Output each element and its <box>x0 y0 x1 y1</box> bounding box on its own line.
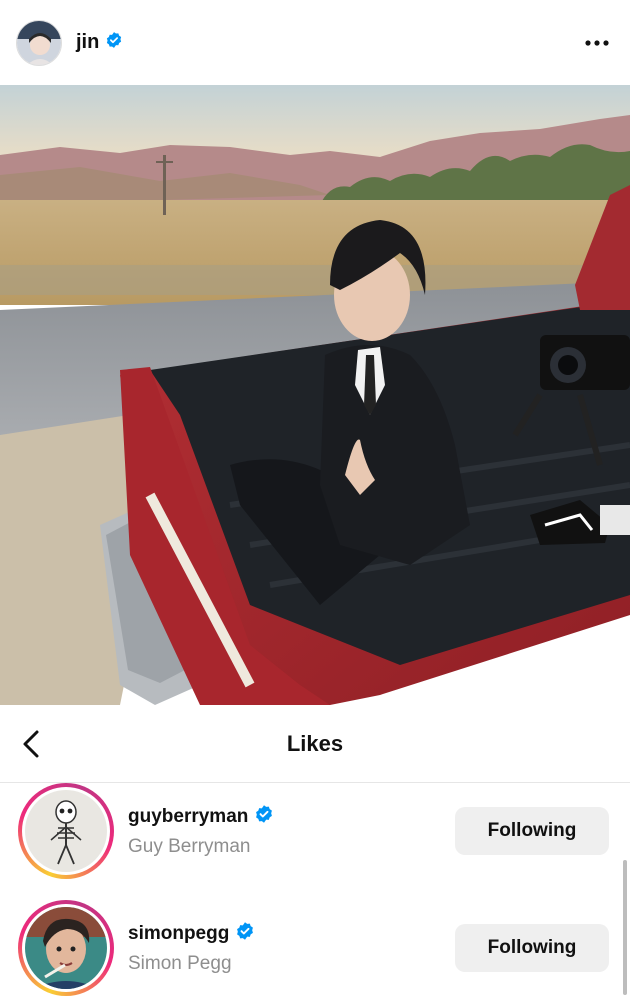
back-button[interactable] <box>14 727 48 761</box>
verified-badge-icon <box>105 31 123 54</box>
avatar[interactable] <box>16 19 62 66</box>
list-item[interactable]: guyberryman Guy Berryman Following <box>0 781 630 881</box>
following-button[interactable]: Following <box>455 924 609 972</box>
avatar <box>25 790 107 872</box>
likes-header: Likes <box>0 705 630 783</box>
verified-badge-icon <box>235 921 255 947</box>
portrait-avatar-image <box>25 907 107 989</box>
post-header: jin <box>0 0 630 85</box>
like-user-info: simonpegg Simon Pegg <box>128 921 255 975</box>
story-ring[interactable] <box>18 900 114 996</box>
more-horizontal-icon <box>585 39 609 46</box>
profile-photo <box>17 20 61 65</box>
following-button[interactable]: Following <box>455 807 609 855</box>
avatar <box>25 907 107 989</box>
like-user-info: guyberryman Guy Berryman <box>128 804 274 858</box>
likes-title: Likes <box>286 730 344 756</box>
likes-sheet: Likes guyberryman Guy Berryman Following… <box>0 705 630 1005</box>
list-item[interactable]: simonpegg Simon Pegg Following <box>0 898 630 998</box>
like-full-name: Guy Berryman <box>128 836 251 857</box>
post-photo[interactable] <box>0 85 630 705</box>
post-image <box>0 85 630 705</box>
skeleton-avatar-image <box>25 790 107 872</box>
verified-badge-icon <box>254 804 274 830</box>
chevron-left-icon <box>23 730 39 758</box>
post-username[interactable]: jin <box>76 31 99 54</box>
like-username[interactable]: simonpegg <box>128 921 255 947</box>
like-username-text: guyberryman <box>128 806 249 827</box>
more-options-button[interactable] <box>580 26 614 60</box>
like-full-name: Simon Pegg <box>128 953 232 974</box>
like-username-text: simonpegg <box>128 923 230 944</box>
like-username[interactable]: guyberryman <box>128 804 274 830</box>
story-ring[interactable] <box>18 783 114 879</box>
scrollbar[interactable] <box>623 860 627 995</box>
